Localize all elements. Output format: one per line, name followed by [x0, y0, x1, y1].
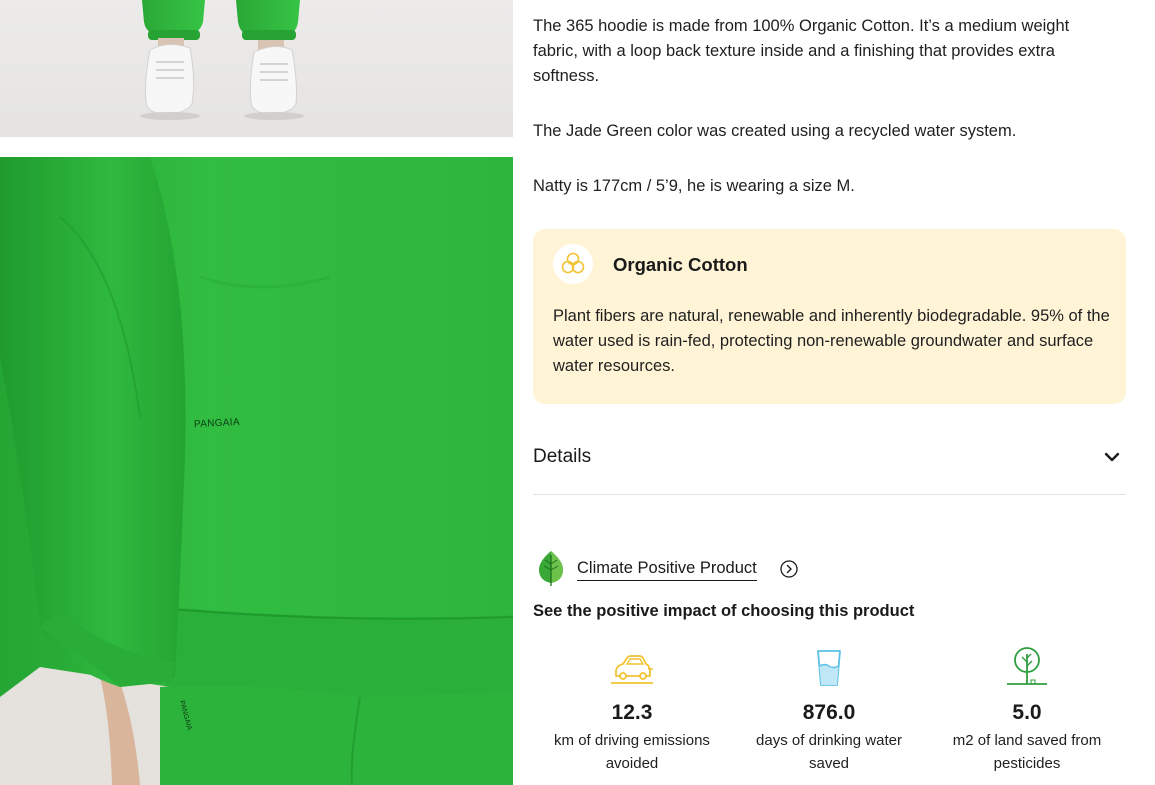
impact-heading: See the positive impact of choosing this… [533, 602, 915, 620]
hoodie-illustration [0, 157, 513, 785]
legs-illustration [140, 0, 304, 120]
stat-label: m2 of land saved from pesticides [952, 732, 1102, 772]
climate-positive-link[interactable]: Climate Positive Product [577, 559, 757, 581]
material-description: Plant fibers are natural, renewable and … [553, 307, 1110, 375]
stat-label: km of driving emissions avoided [554, 732, 710, 772]
fit-info: Natty is 177cm / 5’9, he is wearing a si… [533, 177, 855, 195]
stat-value: 5.0 [1012, 701, 1042, 724]
product-image-legs[interactable] [0, 0, 513, 137]
leaf-icon [538, 551, 564, 586]
material-title: Organic Cotton [613, 254, 748, 275]
car-icon [611, 655, 653, 684]
stat-value: 12.3 [611, 701, 653, 724]
product-image-hoodie-closeup[interactable]: PANGAIA PANGAIA [0, 157, 513, 785]
description-paragraph: The Jade Green color was created using a… [533, 122, 1017, 140]
cotton-flower-icon [553, 244, 593, 284]
impact-stat-driving: 12.3 km of driving emissions avoided [532, 640, 732, 775]
chevron-down-icon[interactable] [1104, 451, 1120, 463]
impact-stat-land: 5.0 m2 of land saved from pesticides [927, 640, 1127, 775]
description-paragraph: The 365 hoodie is made from 100% Organic… [533, 17, 1070, 85]
material-card: Organic Cotton Plant fibers are natural,… [533, 229, 1126, 404]
stat-label: days of drinking water saved [756, 732, 902, 772]
tree-icon [1007, 647, 1047, 685]
water-glass-icon [817, 650, 841, 686]
details-accordion[interactable]: Details [533, 437, 1126, 495]
arrow-right-circle-icon[interactable] [780, 560, 798, 578]
stat-value: 876.0 [802, 701, 856, 724]
details-label: Details [533, 446, 592, 467]
impact-stat-water: 876.0 days of drinking water saved [729, 640, 929, 775]
